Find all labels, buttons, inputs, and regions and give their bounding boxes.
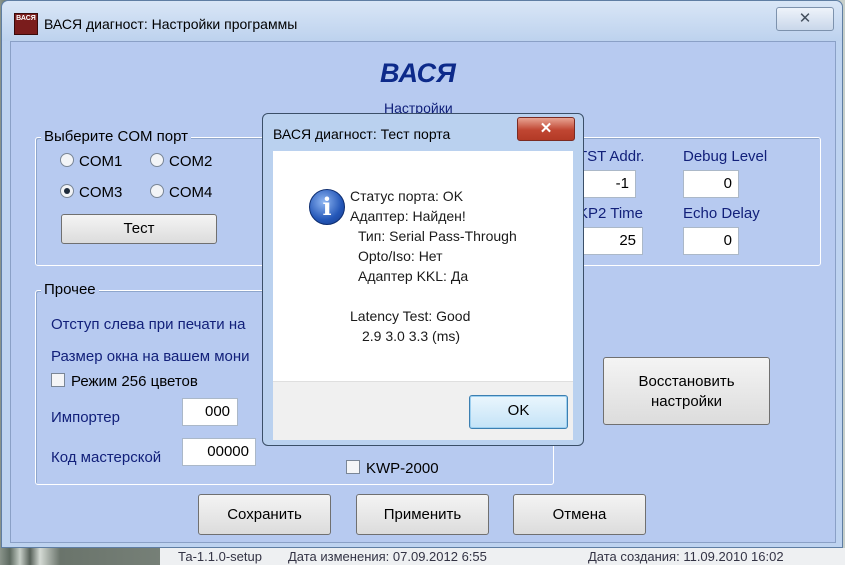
radio-circle-icon <box>150 153 164 167</box>
app-name-heading: ВАСЯ <box>380 58 456 88</box>
shop-code-label: Код мастерской <box>51 449 162 466</box>
com-port-group-label: Выберите COM порт <box>41 128 191 145</box>
dialog-title: ВАСЯ диагност: Тест порта <box>273 126 451 142</box>
msg-line-latency-values: 2.9 3.0 3.3 (ms) <box>362 328 461 344</box>
save-button[interactable]: Сохранить <box>198 494 331 535</box>
radio-com1-label: COM1 <box>79 153 123 170</box>
checkbox-icon <box>51 373 65 387</box>
debug-level-label: Debug Level <box>683 148 768 165</box>
kwp2000-checkbox[interactable]: KWP-2000 <box>346 460 439 477</box>
kwp2000-label: KWP-2000 <box>366 460 439 477</box>
radio-com2-label: COM2 <box>169 153 213 170</box>
other-group-label: Прочее <box>41 281 99 298</box>
echo-delay-input[interactable]: 0 <box>683 227 739 255</box>
background-file-strip: Та-1.1.0-setup Дата изменения: 07.09.201… <box>160 548 845 565</box>
tst-addr-input[interactable]: -1 <box>580 170 636 198</box>
checkbox-icon <box>346 460 360 474</box>
radio-com4-label: COM4 <box>169 184 213 201</box>
info-icon: i <box>309 189 345 225</box>
port-test-dialog: ВАСЯ диагност: Тест порта ✕ i Статус пор… <box>262 113 584 446</box>
bg-file-name: Та-1.1.0-setup <box>178 549 262 564</box>
ok-button[interactable]: OK <box>469 395 568 429</box>
cancel-button[interactable]: Отмена <box>513 494 646 535</box>
window-close-button[interactable]: ✕ <box>776 7 834 31</box>
title-bar[interactable]: ВАСЯ ВАСЯ диагност: Настройки программы … <box>2 1 842 41</box>
kp2-time-input[interactable]: 25 <box>580 227 643 255</box>
msg-line-type: Тип: Serial Pass-Through <box>358 228 517 244</box>
app-logo-icon: ВАСЯ <box>14 13 38 35</box>
radio-selected-icon <box>60 184 74 198</box>
dialog-message-area: i Статус порта: OK Адаптер: Найден! Тип:… <box>273 151 573 381</box>
print-indent-label: Отступ слева при печати на <box>51 316 246 333</box>
dialog-button-bar: OK <box>273 381 573 440</box>
kp2-time-label: KP2 Time <box>578 205 644 222</box>
radio-com3-label: COM3 <box>79 184 123 201</box>
msg-line-port-status: Статус порта: OK <box>350 188 464 204</box>
apply-button[interactable]: Применить <box>356 494 489 535</box>
bg-file-modified: Дата изменения: 07.09.2012 6:55 <box>288 549 487 564</box>
radio-com1[interactable]: COM1 <box>60 153 122 170</box>
debug-level-input[interactable]: 0 <box>683 170 739 198</box>
dialog-close-button[interactable]: ✕ <box>517 117 575 141</box>
test-port-button[interactable]: Тест <box>61 214 217 244</box>
mode256-label: Режим 256 цветов <box>71 373 198 390</box>
mode256-checkbox[interactable]: Режим 256 цветов <box>51 373 198 390</box>
msg-line-latency: Latency Test: Good <box>350 308 471 324</box>
radio-com2[interactable]: COM2 <box>150 153 212 170</box>
window-size-label: Размер окна на вашем мони <box>51 348 250 365</box>
importer-input[interactable]: 000 <box>182 398 238 426</box>
msg-line-kkl: Адаптер KKL: Да <box>358 268 469 284</box>
tst-addr-label: TST Addr. <box>578 148 645 165</box>
msg-line-adapter: Адаптер: Найден! <box>350 208 466 224</box>
msg-line-opto: Opto/Iso: Нет <box>358 248 443 264</box>
shop-code-input[interactable]: 00000 <box>182 438 256 466</box>
echo-delay-label: Echo Delay <box>683 205 760 222</box>
restore-settings-button[interactable]: Восстановить настройки <box>603 357 770 425</box>
radio-circle-icon <box>60 153 74 167</box>
radio-com4[interactable]: COM4 <box>150 184 212 201</box>
window-title: ВАСЯ диагност: Настройки программы <box>44 16 298 32</box>
importer-label: Импортер <box>51 409 120 426</box>
radio-circle-icon <box>150 184 164 198</box>
radio-com3[interactable]: COM3 <box>60 184 122 201</box>
bg-file-created: Дата создания: 11.09.2010 16:02 <box>588 549 784 564</box>
